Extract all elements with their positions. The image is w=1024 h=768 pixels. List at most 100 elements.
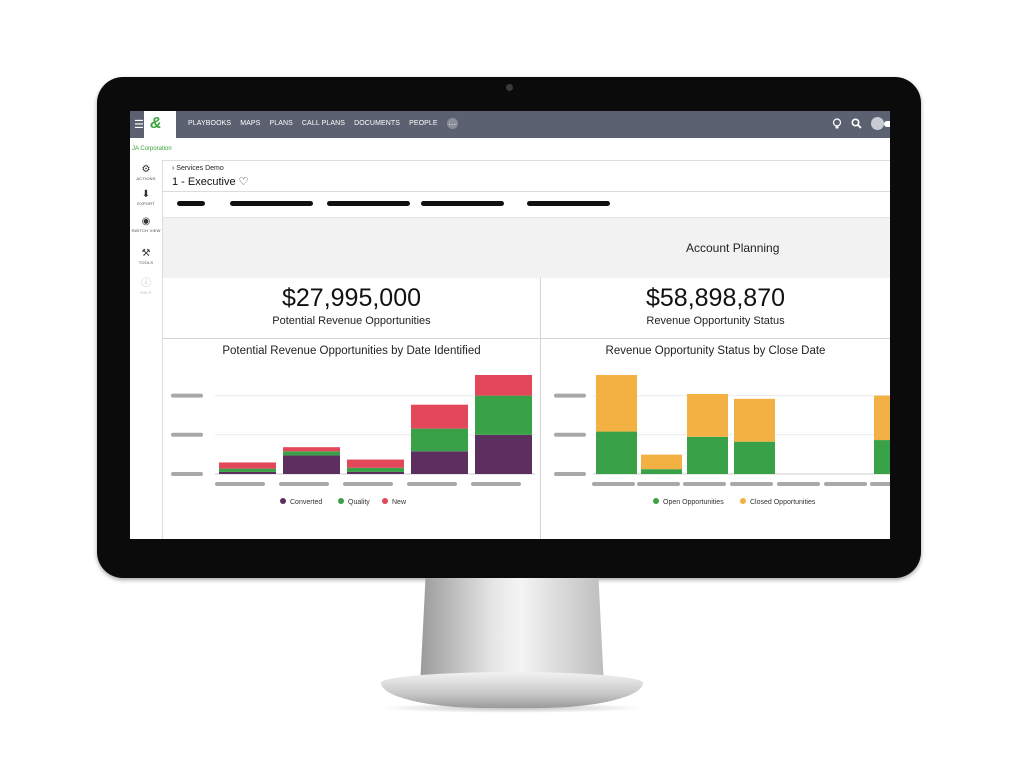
bar-converted [475, 434, 532, 474]
breadcrumb-parent-label: Services Demo [176, 165, 224, 172]
bar-open-opportunities [874, 440, 890, 474]
nav-menu: PLAYBOOKS MAPS PLANS CALL PLANS DOCUMENT… [188, 118, 458, 129]
breadcrumb-parent[interactable]: › Services Demo [172, 165, 224, 172]
top-navigation: ☰ & PLAYBOOKS MAPS PLANS CALL PLANS DOCU… [130, 111, 890, 138]
bar-closed-opportunities [874, 395, 890, 441]
wrench-icon: ⚒ [141, 248, 151, 259]
legend-swatch [338, 498, 344, 504]
breadcrumb: › Services Demo 1 - Executive ♡ [163, 161, 890, 192]
favorite-heart-icon[interactable]: ♡ [239, 176, 249, 188]
bar-quality [475, 395, 532, 435]
chart-close-date[interactable]: Open Opportunities Closed Opportunities [541, 339, 890, 539]
tab-1[interactable] [177, 201, 205, 206]
tab-5[interactable] [527, 201, 610, 206]
section-banner: Account Planning [163, 217, 890, 280]
kpi-potential-revenue[interactable]: $27,995,000 Potential Revenue Opportunit… [163, 278, 540, 339]
legend-swatch [653, 498, 659, 504]
y-tick-label [554, 432, 586, 437]
x-tick-label [471, 482, 521, 486]
legend-label: New [392, 499, 407, 506]
legend-label: Converted [290, 499, 322, 506]
tab-3[interactable] [327, 201, 410, 206]
help-icon: ⓘ [141, 278, 151, 289]
nav-people[interactable]: PEOPLE [409, 120, 438, 129]
tab-2[interactable] [230, 201, 313, 206]
actions-icon: ⚙ [141, 164, 151, 175]
y-tick-label [554, 472, 586, 476]
monitor-stand-neck [420, 578, 604, 686]
bar-new [347, 459, 404, 468]
bar-quality [347, 467, 404, 472]
more-menu-icon[interactable]: … [446, 118, 458, 129]
kpi-revenue-status[interactable]: $58,898,870 Revenue Opportunity Status [541, 278, 890, 339]
y-tick-label [171, 432, 203, 437]
chart-date-identified[interactable]: Converted Quality New [163, 339, 540, 539]
nav-call-plans[interactable]: CALL PLANS [302, 120, 345, 129]
nav-playbooks[interactable]: PLAYBOOKS [188, 120, 231, 129]
tab-4[interactable] [421, 201, 504, 206]
chart-panel-close-date: Revenue Opportunity Status by Close Date… [541, 339, 890, 539]
x-tick-label [683, 482, 726, 486]
sidebar-item-label: EXPORT [137, 201, 155, 206]
bar-quality [219, 468, 276, 472]
x-tick-label [343, 482, 393, 486]
eye-icon: ◉ [141, 216, 151, 227]
kpi-label: Revenue Opportunity Status [646, 315, 785, 327]
dashboard-tabs [163, 192, 890, 216]
sidebar-item-help[interactable]: ⓘ HELP [130, 274, 162, 295]
sidebar-item-actions[interactable]: ⚙ ACTIONS [130, 164, 162, 181]
download-icon: ⬇ [141, 189, 151, 200]
left-sidebar: ⚙ ACTIONS ⬇ EXPORT ◉ SWITCH VIEW ⚒ TOOLS… [130, 160, 163, 539]
page-title-label: 1 - Executive [172, 176, 236, 188]
bar-converted [283, 455, 340, 474]
bar-open-opportunities [641, 469, 682, 474]
kpi-label: Potential Revenue Opportunities [272, 315, 431, 327]
bar-new [411, 404, 468, 429]
app-logo[interactable]: & [144, 111, 176, 138]
legend-swatch [740, 498, 746, 504]
search-icon[interactable] [851, 118, 862, 129]
user-menu-toggle[interactable] [884, 120, 890, 127]
nav-plans[interactable]: PLANS [269, 120, 292, 129]
bar-closed-opportunities [641, 454, 682, 470]
bar-closed-opportunities [687, 393, 728, 437]
webcam [506, 84, 513, 91]
legend-swatch [280, 498, 286, 504]
page-title: 1 - Executive ♡ [172, 175, 249, 188]
legend-swatch [382, 498, 388, 504]
y-tick-label [171, 393, 203, 398]
hamburger-menu-icon[interactable]: ☰ [134, 118, 144, 131]
bar-new [475, 375, 532, 396]
account-bar: JA Corporation [130, 138, 890, 161]
x-tick-label [777, 482, 820, 486]
sidebar-item-label: SWITCH VIEW [131, 228, 161, 233]
x-tick-label [407, 482, 457, 486]
sidebar-item-label: TOOLS [138, 260, 154, 265]
y-tick-label [554, 393, 586, 398]
x-tick-label [637, 482, 680, 486]
x-tick-label [824, 482, 867, 486]
lightbulb-icon[interactable] [832, 117, 842, 130]
corporation-name[interactable]: JA Corporation [132, 146, 172, 152]
sidebar-item-tools[interactable]: ⚒ TOOLS [130, 248, 162, 265]
chart-panel-date-identified: Potential Revenue Opportunities by Date … [163, 339, 540, 539]
app-screen: ☰ & PLAYBOOKS MAPS PLANS CALL PLANS DOCU… [130, 111, 890, 539]
bar-quality [283, 451, 340, 456]
bar-closed-opportunities [596, 375, 637, 432]
nav-utilities [832, 117, 890, 130]
sidebar-item-export[interactable]: ⬇ EXPORT [130, 189, 162, 206]
y-tick-label [171, 472, 203, 476]
legend-label: Quality [348, 499, 370, 506]
bar-open-opportunities [687, 436, 728, 474]
legend-label: Open Opportunities [663, 499, 724, 506]
nav-maps[interactable]: MAPS [240, 120, 260, 129]
kpi-value: $27,995,000 [281, 284, 422, 312]
nav-documents[interactable]: DOCUMENTS [354, 120, 400, 129]
bar-quality [411, 428, 468, 452]
x-tick-label [592, 482, 635, 486]
sidebar-item-switch-view[interactable]: ◉ SWITCH VIEW [130, 216, 162, 233]
sidebar-item-label: ACTIONS [136, 176, 156, 181]
user-avatar-icon[interactable] [871, 117, 884, 130]
bar-converted [219, 471, 276, 474]
bar-closed-opportunities [734, 398, 775, 442]
